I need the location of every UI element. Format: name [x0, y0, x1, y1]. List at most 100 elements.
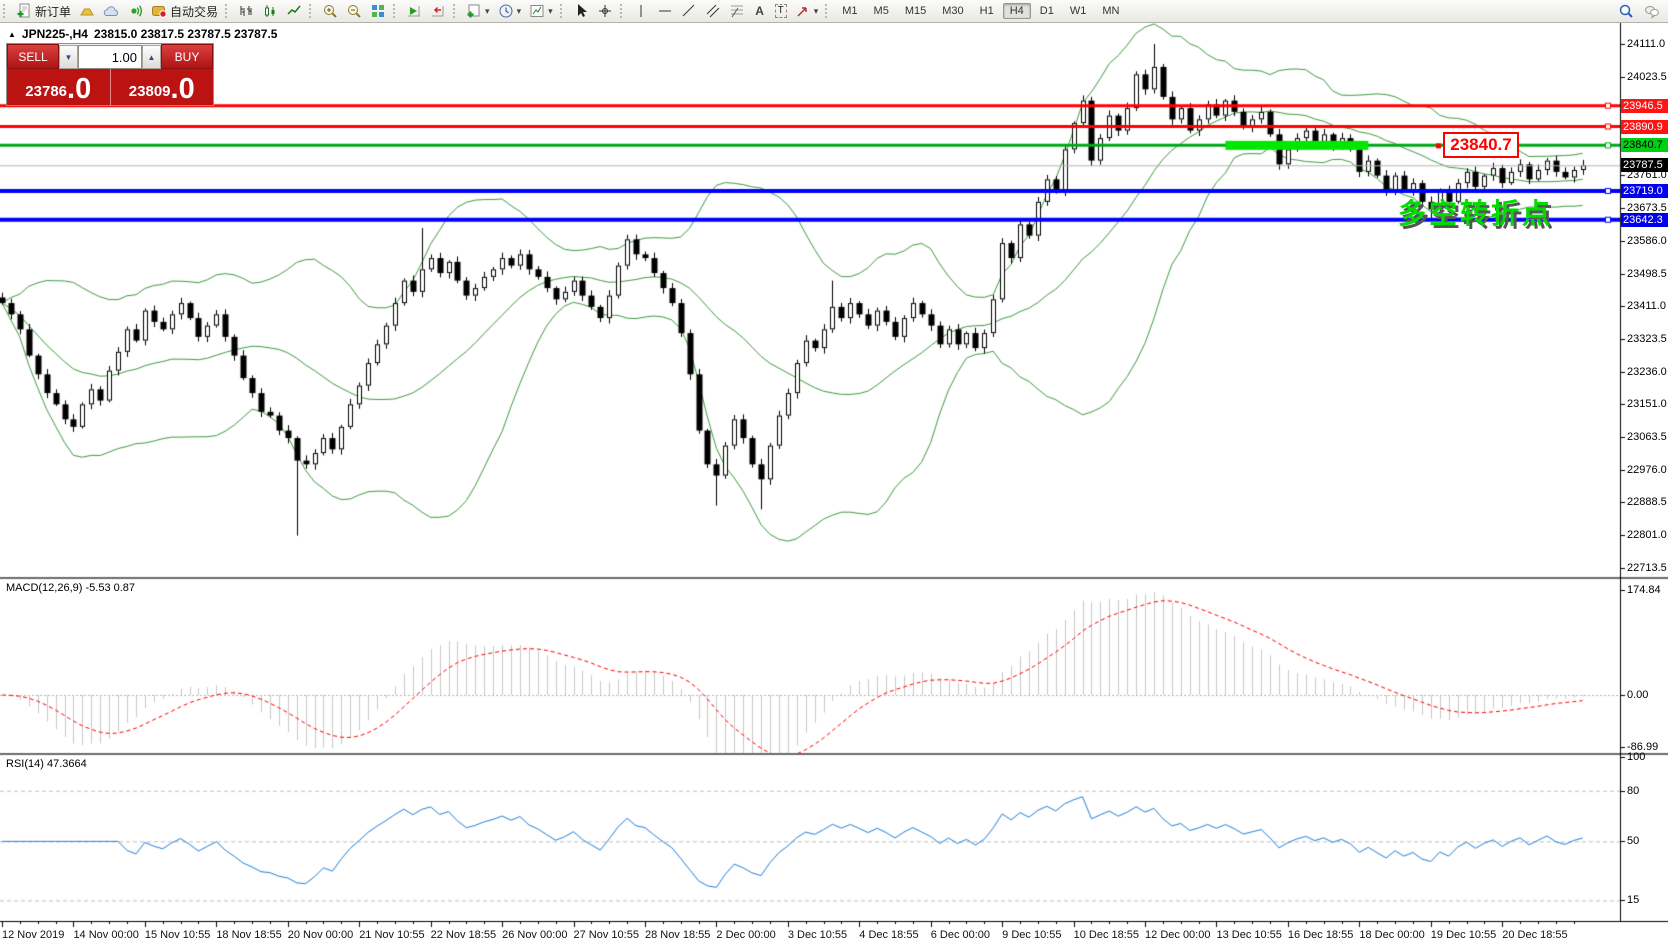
chart-shift-icon — [430, 3, 446, 19]
clock-icon — [498, 3, 514, 19]
tile-windows-icon — [370, 3, 386, 19]
time-axis-label: 18 Dec 00:00 — [1359, 929, 1424, 941]
one-click-trading-panel: SELL ▼ 1.00 ▲ BUY 23786 .0 23809 .0 — [6, 43, 214, 106]
autoscroll-button[interactable] — [402, 1, 426, 21]
dropdown-caret-icon: ▾ — [548, 3, 553, 19]
hline-tool-button[interactable] — [653, 1, 677, 21]
candle-chart-icon — [262, 3, 278, 19]
time-axis-label: 12 Nov 2019 — [2, 929, 64, 941]
signals-button[interactable] — [123, 1, 147, 21]
trendline-tool-button[interactable] — [677, 1, 701, 21]
new-chart-button[interactable]: ▾ — [462, 1, 494, 21]
collapse-triangle-icon[interactable]: ▲ — [8, 30, 16, 39]
zoom-out-icon — [346, 3, 362, 19]
buy-price[interactable]: 23809 .0 — [111, 69, 214, 105]
timeframe-button-M15[interactable]: M15 — [898, 3, 933, 19]
buy-button[interactable]: BUY — [161, 44, 213, 69]
search-icon[interactable] — [1618, 3, 1634, 19]
bar-chart-icon — [238, 3, 254, 19]
equidistant-channel-icon — [705, 3, 721, 19]
zoom-in-button[interactable] — [318, 1, 342, 21]
price-line-tag: 23642.3 — [1621, 213, 1668, 227]
channel-tool-button[interactable] — [701, 1, 725, 21]
time-axis-label: 10 Dec 18:55 — [1074, 929, 1139, 941]
templates-button[interactable]: ▾ — [525, 1, 557, 21]
chart-shift-button[interactable] — [426, 1, 450, 21]
timeframe-button-M1[interactable]: M1 — [835, 3, 864, 19]
tile-windows-button[interactable] — [366, 1, 390, 21]
time-axis-label: 6 Dec 00:00 — [931, 929, 990, 941]
periods-button[interactable]: ▾ — [494, 1, 526, 21]
toolbar-grip[interactable] — [3, 4, 9, 18]
timeframe-button-M30[interactable]: M30 — [935, 3, 970, 19]
time-axis-label: 27 Nov 10:55 — [574, 929, 639, 941]
macd-tick-label: 174.84 — [1627, 584, 1661, 596]
time-axis-label: 28 Nov 18:55 — [645, 929, 710, 941]
zoom-out-button[interactable] — [342, 1, 366, 21]
text-tool-icon: A — [753, 4, 767, 18]
volume-decrease-button[interactable]: ▼ — [59, 45, 78, 69]
arrows-tool-button[interactable]: ▾ — [791, 1, 823, 21]
vertical-line-icon — [633, 3, 649, 19]
toolbar-grip[interactable] — [225, 4, 231, 18]
dropdown-caret-icon: ▾ — [814, 3, 819, 19]
price-tick-label: 23411.0 — [1627, 300, 1666, 312]
volume-increase-button[interactable]: ▲ — [142, 45, 161, 69]
time-axis-label: 9 Dec 10:55 — [1002, 929, 1061, 941]
price-level-box[interactable]: 23840.7 — [1443, 132, 1519, 158]
signal-icon — [127, 3, 143, 19]
fibonacci-tool-button[interactable] — [725, 1, 749, 21]
price-tick-label: 24023.5 — [1627, 71, 1667, 83]
dropdown-caret-icon: ▾ — [485, 3, 490, 19]
chart-canvas[interactable] — [0, 0, 1668, 945]
price-tick-label: 24111.0 — [1627, 38, 1665, 50]
time-axis-label: 16 Dec 18:55 — [1288, 929, 1353, 941]
toolbar-grip[interactable] — [453, 4, 459, 18]
toolbar-grip[interactable] — [560, 4, 566, 18]
fibonacci-icon — [729, 3, 745, 19]
price-tick-label: 22888.5 — [1627, 496, 1667, 508]
chat-icon[interactable] — [1644, 3, 1660, 19]
crosshair-tool-button[interactable] — [593, 1, 617, 21]
time-axis-label: 15 Nov 10:55 — [145, 929, 210, 941]
timeframe-button-D1[interactable]: D1 — [1033, 3, 1061, 19]
line-chart-button[interactable] — [282, 1, 306, 21]
toolbar-grip[interactable] — [309, 4, 315, 18]
timeframe-button-W1[interactable]: W1 — [1063, 3, 1094, 19]
price-tick-label: 23151.0 — [1627, 398, 1667, 410]
toolbar-grip[interactable] — [393, 4, 399, 18]
text-tool-button[interactable]: A — [749, 1, 771, 21]
cloud-icon — [103, 3, 119, 19]
time-axis-label: 18 Nov 18:55 — [216, 929, 281, 941]
candle-chart-button[interactable] — [258, 1, 282, 21]
timeframe-button-H4[interactable]: H4 — [1003, 3, 1031, 19]
sell-button[interactable]: SELL — [7, 44, 59, 69]
arrow-objects-icon — [795, 3, 811, 19]
bar-chart-button[interactable] — [234, 1, 258, 21]
timeframe-button-H1[interactable]: H1 — [973, 3, 1001, 19]
vps-button[interactable] — [99, 1, 123, 21]
price-line-tag: 23946.5 — [1621, 99, 1668, 113]
autotrading-label: 自动交易 — [170, 3, 218, 20]
new-order-label: 新订单 — [35, 3, 71, 20]
price-tick-label: 22801.0 — [1627, 529, 1667, 541]
label-tool-button[interactable]: T — [771, 1, 791, 21]
new-order-button[interactable]: 新订单 — [12, 1, 75, 21]
turning-point-annotation[interactable]: 多空转折点 — [1398, 192, 1553, 232]
timeframe-button-M5[interactable]: M5 — [867, 3, 896, 19]
volume-input[interactable]: 1.00 — [78, 45, 142, 69]
vline-tool-button[interactable] — [629, 1, 653, 21]
rsi-tick-label: 100 — [1627, 751, 1645, 763]
ohlc-values: 23815.0 23817.5 23787.5 23787.5 — [94, 27, 278, 41]
cursor-tool-button[interactable] — [569, 1, 593, 21]
toolbar-grip[interactable] — [825, 4, 831, 18]
toolbar-grip[interactable] — [620, 4, 626, 18]
price-tick-label: 23586.0 — [1627, 235, 1667, 247]
template-icon — [529, 3, 545, 19]
timeframe-button-MN[interactable]: MN — [1095, 3, 1126, 19]
market-button[interactable] — [75, 1, 99, 21]
sell-price[interactable]: 23786 .0 — [7, 69, 111, 105]
price-line-tag: 23719.0 — [1621, 184, 1668, 198]
price-tick-label: 22976.0 — [1627, 464, 1667, 476]
autotrading-button[interactable]: 自动交易 — [147, 1, 222, 21]
